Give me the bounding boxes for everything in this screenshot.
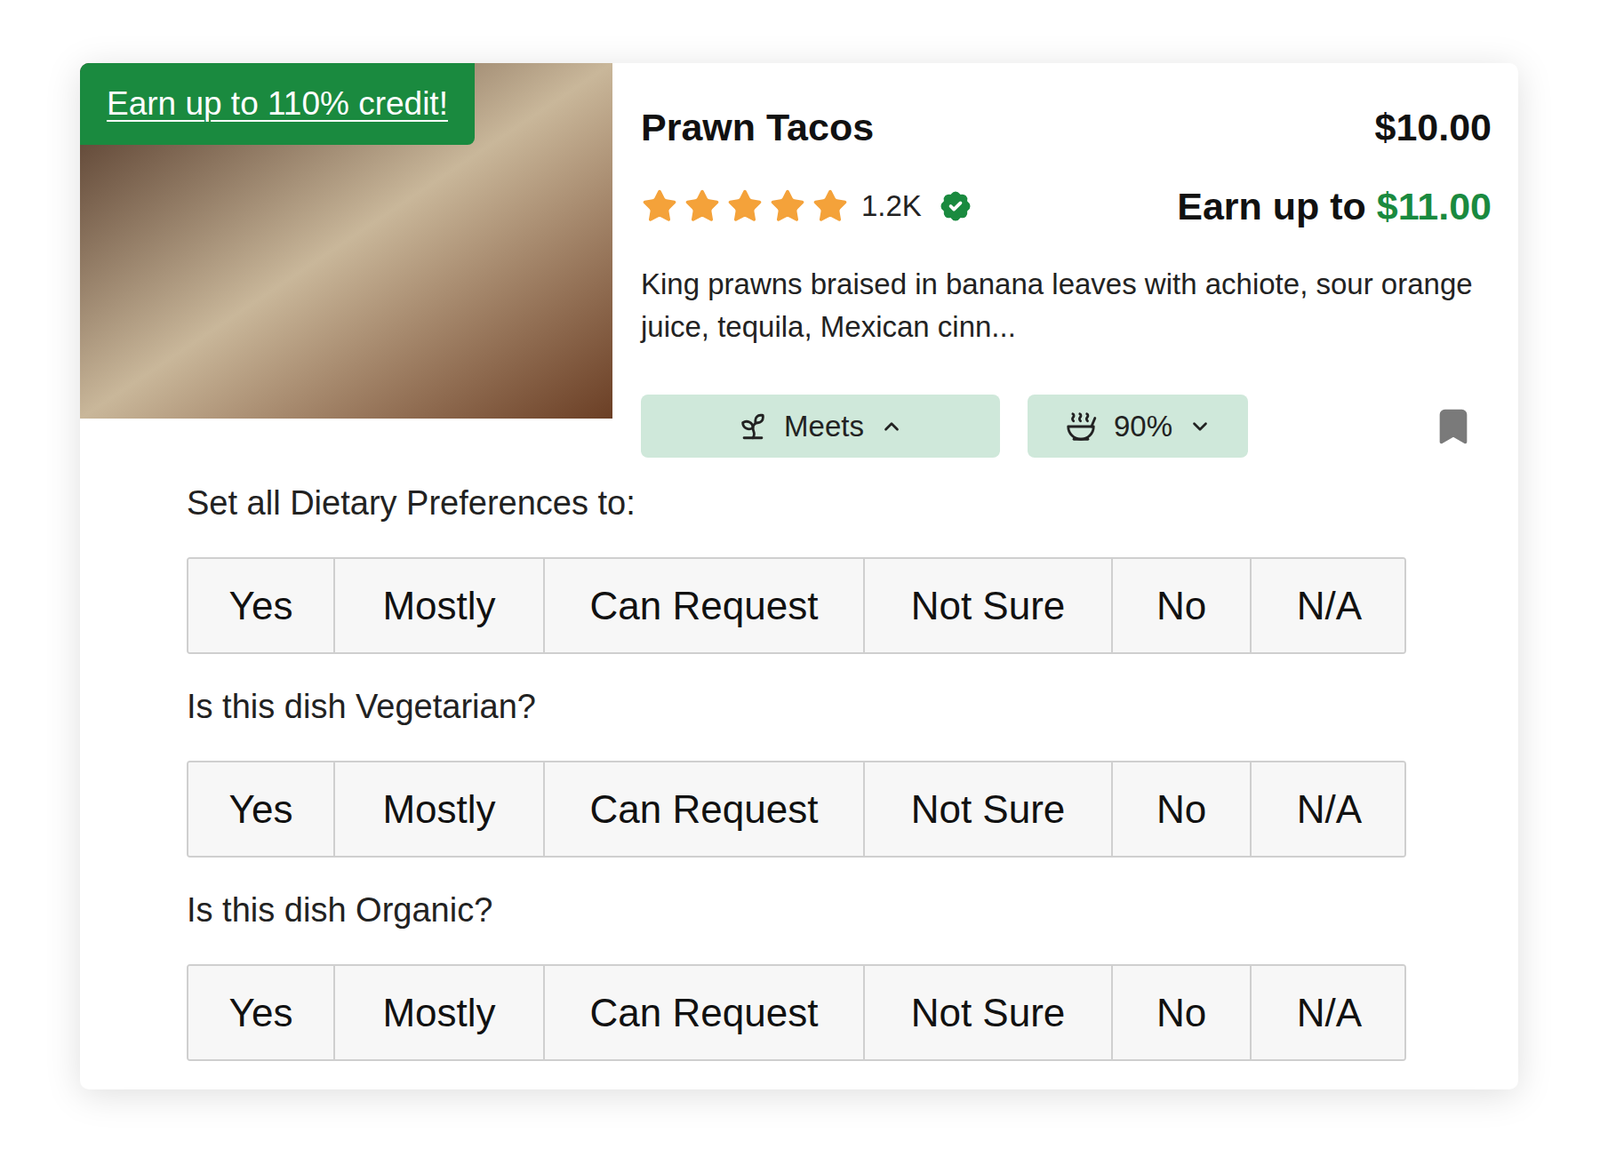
star-icon <box>683 187 721 225</box>
title-row: Prawn Tacos $10.00 <box>640 98 1492 157</box>
option-button[interactable]: N/A <box>1249 762 1407 856</box>
preference-group: Is this dish Organic? YesMostlyCan Reques… <box>186 889 1519 1062</box>
dish-card: Earn up to 110% credit! Prawn Tacos $10.00… <box>80 63 1519 1090</box>
option-button[interactable]: N/A <box>1249 966 1407 1060</box>
preferences: Set all Dietary Preferences to:YesMostly… <box>80 457 1519 1090</box>
option-button[interactable]: Yes <box>188 762 334 856</box>
option-button[interactable]: Not Sure <box>863 762 1112 856</box>
earn-amount: $11.00 <box>1376 177 1492 236</box>
dish-info: Prawn Tacos $10.00 1.2K Earn up to$11.00 Kin… <box>612 63 1519 458</box>
earn: Earn up to$11.00 <box>1176 177 1492 236</box>
sprout-icon <box>737 411 768 442</box>
option-button[interactable]: Can Request <box>543 762 864 856</box>
pill-label: 90% <box>1113 404 1173 449</box>
diet-pill[interactable]: Meets <box>640 394 1000 458</box>
option-button[interactable]: Can Request <box>543 559 864 653</box>
option-button[interactable]: Can Request <box>543 966 864 1060</box>
match-pill[interactable]: 90% <box>1027 394 1248 458</box>
page: Earn up to 110% credit! Prawn Tacos $10.00… <box>0 0 1600 1165</box>
dish-description: King prawns braised in banana leaves wit… <box>640 263 1492 349</box>
option-button[interactable]: Mostly <box>333 966 544 1060</box>
preference-question: Is this dish Organic? <box>186 889 1519 931</box>
credit-badge[interactable]: Earn up to 110% credit! <box>80 63 475 145</box>
bookmark-icon[interactable] <box>1432 406 1474 448</box>
chevron-icon <box>880 415 904 439</box>
dish-photo: Earn up to 110% credit! <box>80 63 613 419</box>
option-button[interactable]: Not Sure <box>863 966 1112 1060</box>
option-button[interactable]: No <box>1111 966 1250 1060</box>
option-button[interactable]: Mostly <box>333 559 544 653</box>
preference-question: Set all Dietary Preferences to: <box>186 482 1519 524</box>
chevron-icon <box>1188 415 1212 439</box>
rating: 1.2K <box>640 184 976 229</box>
card-top: Earn up to 110% credit! Prawn Tacos $10.00… <box>80 63 1519 458</box>
option-button[interactable]: Yes <box>188 966 334 1060</box>
option-button[interactable]: No <box>1111 762 1250 856</box>
option-button[interactable]: Not Sure <box>863 559 1112 653</box>
star-icon <box>640 187 679 225</box>
stars <box>640 187 849 225</box>
option-button[interactable]: No <box>1111 559 1250 653</box>
preference-question: Is this dish Vegetarian? <box>186 686 1519 728</box>
option-group: YesMostlyCan RequestNot SureNoN/A <box>186 964 1407 1062</box>
verified-icon <box>936 186 976 226</box>
earn-label: Earn up to <box>1176 177 1367 236</box>
option-group: YesMostlyCan RequestNot SureNoN/A <box>186 557 1407 655</box>
preference-group: Is this dish Vegetarian? YesMostlyCan Req… <box>186 686 1519 858</box>
star-icon <box>811 187 849 225</box>
star-icon <box>768 187 807 225</box>
option-group: YesMostlyCan RequestNot SureNoN/A <box>186 760 1407 858</box>
option-button[interactable]: Mostly <box>333 762 544 856</box>
pill-row: Meets 90% <box>640 394 1492 458</box>
option-button[interactable]: N/A <box>1249 559 1407 653</box>
pill-label: Meets <box>784 404 864 449</box>
preference-group: Set all Dietary Preferences to: YesMostly… <box>186 482 1519 655</box>
star-icon <box>726 187 764 225</box>
mortar-icon <box>1064 409 1098 444</box>
dish-title: Prawn Tacos <box>640 98 874 157</box>
rating-count: 1.2K <box>861 184 922 229</box>
price: $10.00 <box>1374 98 1492 157</box>
rating-row: 1.2K Earn up to$11.00 <box>640 177 1492 236</box>
option-button[interactable]: Yes <box>188 559 334 653</box>
